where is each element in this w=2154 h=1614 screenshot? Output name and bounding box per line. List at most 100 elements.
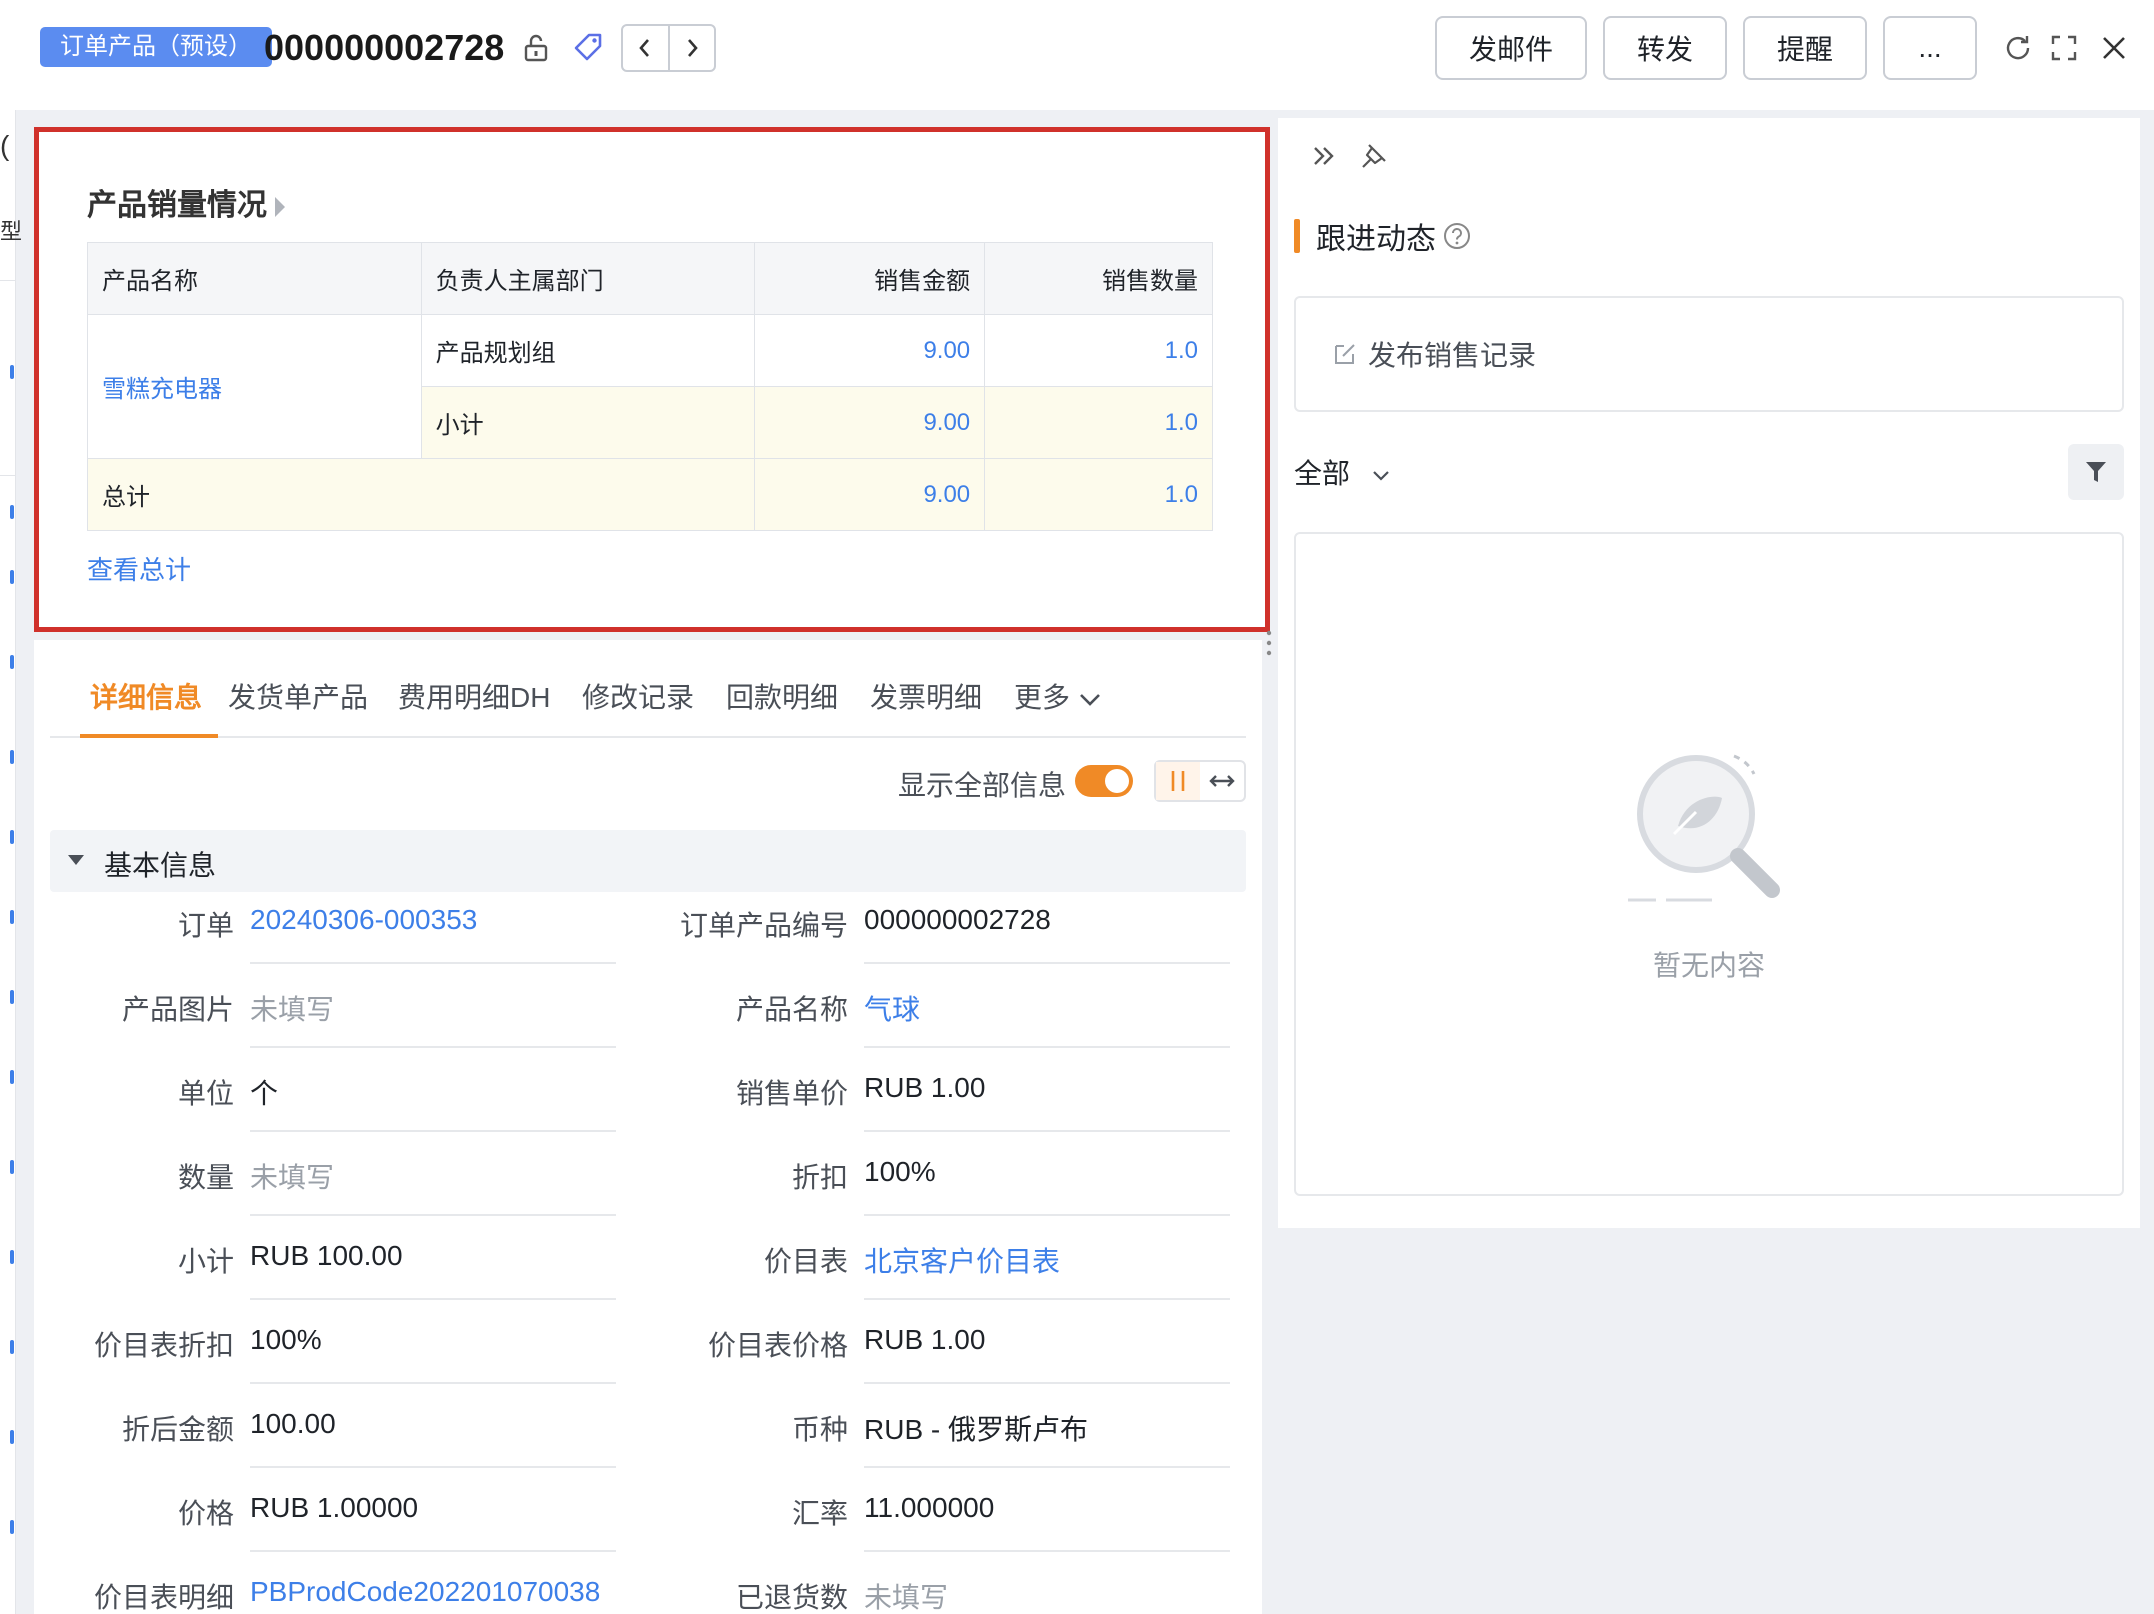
edge-marker xyxy=(10,1160,14,1174)
field-row: 已退货数 未填写 xyxy=(34,1552,1262,1614)
collapse-caret-icon xyxy=(68,855,84,865)
total-qty[interactable]: 1.0 xyxy=(984,458,1213,531)
field-label: 价目表价格 xyxy=(707,1330,848,1361)
lock-icon[interactable] xyxy=(518,30,554,66)
field-label: 折扣 xyxy=(791,1162,848,1193)
drag-handle-icon[interactable] xyxy=(1266,630,1272,656)
tab-change-log[interactable]: 修改记录 xyxy=(582,676,694,736)
field-label: 汇率 xyxy=(791,1498,848,1529)
product-name-link[interactable]: 雪糕充电器 xyxy=(87,314,422,459)
chevron-right-icon xyxy=(687,39,698,57)
field-row: 币种 RUB - 俄罗斯卢布 xyxy=(34,1384,1262,1468)
tab-shipment-products[interactable]: 发货单产品 xyxy=(228,676,368,736)
top-bar: 订单产品（预设） 000000002728 发邮件 转发 提醒 ... xyxy=(0,0,2154,110)
edge-marker xyxy=(10,655,14,669)
object-type-badge: 订单产品（预设） xyxy=(40,27,272,67)
edge-marker xyxy=(10,1340,14,1354)
fullscreen-icon[interactable] xyxy=(2046,30,2082,66)
chevron-left-icon xyxy=(639,39,650,57)
edge-marker xyxy=(10,910,14,924)
tab-more[interactable]: 更多 xyxy=(1014,676,1102,736)
column-header: 销售金额 xyxy=(754,242,986,315)
field-value[interactable]: 气球 xyxy=(864,988,920,1028)
edge-marker xyxy=(10,1520,14,1534)
section-title: 基本信息 xyxy=(104,850,217,881)
sales-card-title[interactable]: 产品销量情况 xyxy=(87,180,285,224)
show-all-toggle[interactable] xyxy=(1075,765,1133,797)
edge-marker xyxy=(10,1250,14,1264)
total-row: 总计 9.00 1.0 xyxy=(86,458,1213,531)
two-column-layout-button[interactable] xyxy=(1156,762,1200,800)
field-row: 订单产品编号 000000002728 xyxy=(34,880,1262,964)
column-header: 负责人主属部门 xyxy=(420,242,756,315)
send-email-button[interactable]: 发邮件 xyxy=(1435,16,1587,80)
tab-details[interactable]: 详细信息 xyxy=(79,676,219,738)
subtotal-amount[interactable]: 9.00 xyxy=(754,386,986,459)
background-list-edge: ( 型 xyxy=(0,110,22,1614)
total-amount[interactable]: 9.00 xyxy=(754,458,986,531)
field-value[interactable]: 北京客户价目表 xyxy=(864,1240,1060,1280)
tab-more-label: 更多 xyxy=(1014,682,1071,713)
subtotal-qty[interactable]: 1.0 xyxy=(984,386,1213,459)
filter-button[interactable] xyxy=(2068,444,2124,500)
field-row: 销售单价 RUB 1.00 xyxy=(34,1048,1262,1132)
department-cell: 产品规划组 xyxy=(420,314,756,387)
sales-qty-cell[interactable]: 1.0 xyxy=(984,314,1213,387)
edge-marker xyxy=(10,1070,14,1084)
show-all-label: 显示全部信息 xyxy=(898,770,1067,801)
post-sales-record-box[interactable]: 发布销售记录 xyxy=(1294,296,2124,412)
follow-up-title-text: 跟进动态 xyxy=(1316,223,1436,256)
help-icon[interactable] xyxy=(1442,221,1472,251)
expand-horizontal-icon xyxy=(1209,775,1235,787)
view-total-link[interactable]: 查看总计 xyxy=(87,550,191,587)
two-column-icon xyxy=(1171,771,1185,791)
empty-search-icon xyxy=(1628,754,1780,902)
field-row: 折扣 100% xyxy=(34,1132,1262,1216)
detail-panel: 详细信息 发货单产品 费用明细DH 修改记录 回款明细 发票明细 更多 显示全部… xyxy=(34,640,1262,1614)
more-actions-button[interactable]: ... xyxy=(1883,16,1977,80)
tab-payment-details[interactable]: 回款明细 xyxy=(726,676,838,736)
field-value: 100% xyxy=(864,1156,936,1187)
close-icon[interactable] xyxy=(2096,30,2132,66)
edge-divider xyxy=(0,475,16,476)
edge-marker xyxy=(10,1430,14,1444)
activity-filter-dropdown[interactable]: 全部 xyxy=(1294,452,1392,492)
activity-list-empty: 暂无内容 xyxy=(1294,532,2124,1196)
field-value: 未填写 xyxy=(864,1582,949,1613)
collapse-panel-icon[interactable] xyxy=(1304,136,1344,176)
remind-button[interactable]: 提醒 xyxy=(1743,16,1867,80)
forward-button[interactable]: 转发 xyxy=(1603,16,1727,80)
pin-icon[interactable] xyxy=(1354,136,1394,176)
tag-icon[interactable] xyxy=(568,28,608,68)
edge-label-1: ( xyxy=(0,130,10,161)
field-row: 汇率 11.000000 xyxy=(34,1468,1262,1552)
tab-bar: 详细信息 发货单产品 费用明细DH 修改记录 回款明细 发票明细 更多 xyxy=(50,640,1246,738)
full-width-layout-button[interactable] xyxy=(1200,762,1244,800)
edge-marker xyxy=(10,365,14,379)
edit-icon xyxy=(1335,344,1355,364)
record-number: 000000002728 xyxy=(264,27,505,68)
total-label: 总计 xyxy=(86,458,756,531)
record-navigation xyxy=(621,24,716,72)
sales-card-title-text: 产品销量情况 xyxy=(87,189,267,222)
field-value: RUB 1.00 xyxy=(864,1324,986,1355)
table-header-row: 产品名称 负责人主属部门 销售金额 销售数量 xyxy=(87,242,1213,315)
edge-label-2: 型 xyxy=(0,219,23,244)
field-value: 000000002728 xyxy=(864,904,1051,935)
refresh-icon[interactable] xyxy=(2000,30,2036,66)
tab-invoice-details[interactable]: 发票明细 xyxy=(870,676,982,736)
field-label: 产品名称 xyxy=(735,994,848,1025)
title-accent-bar xyxy=(1294,219,1300,253)
empty-state-text: 暂无内容 xyxy=(1652,950,1765,981)
filter-icon xyxy=(2086,462,2106,482)
sales-amount-cell[interactable]: 9.00 xyxy=(754,314,986,387)
edge-marker xyxy=(10,830,14,844)
field-label: 币种 xyxy=(791,1414,848,1445)
field-value: RUB 1.00 xyxy=(864,1072,986,1103)
edge-marker xyxy=(10,505,14,519)
field-row: 价目表价格 RUB 1.00 xyxy=(34,1300,1262,1384)
previous-record-button[interactable] xyxy=(623,26,668,70)
next-record-button[interactable] xyxy=(667,26,715,70)
field-label: 价目表 xyxy=(763,1246,848,1277)
tab-expense-details[interactable]: 费用明细DH xyxy=(398,676,550,736)
